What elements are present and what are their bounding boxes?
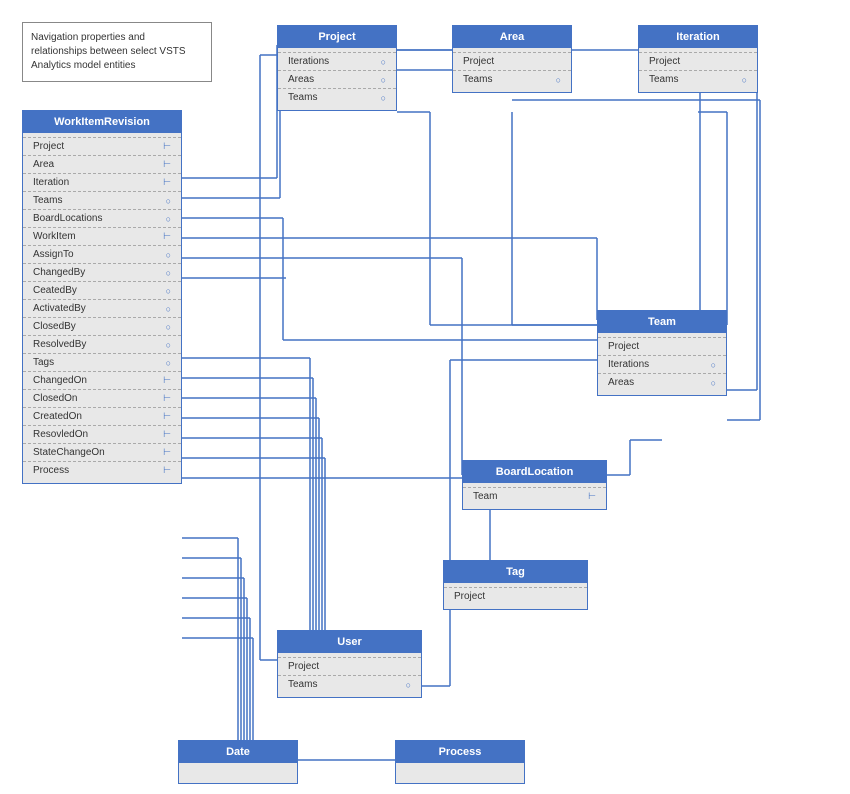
field-proj-iterations: Iterations○ [278, 52, 396, 70]
field-wir-ceatedby: CeatedBy○ [23, 281, 181, 299]
entity-iteration-header: Iteration [639, 26, 757, 48]
entity-process: Process [395, 740, 525, 784]
field-wir-closedby: ClosedBy○ [23, 317, 181, 335]
field-wir-assignto: AssignTo○ [23, 245, 181, 263]
field-area-teams: Teams○ [453, 70, 571, 88]
field-team-iterations: Iterations○ [598, 355, 726, 373]
field-iter-project: Project [639, 52, 757, 70]
entity-process-body [396, 763, 524, 783]
entity-user: User Project Teams○ [277, 630, 422, 698]
field-wir-teams: Teams○ [23, 191, 181, 209]
entity-project: Project Iterations○ Areas○ Teams○ [277, 25, 397, 111]
entity-team: Team Project Iterations○ Areas○ [597, 310, 727, 396]
entity-workitemrevision-header: WorkItemRevision [23, 111, 181, 133]
field-wir-boardlocations: BoardLocations○ [23, 209, 181, 227]
field-wir-resovledon: ResovledOn⊢ [23, 425, 181, 443]
field-wir-tags: Tags○ [23, 353, 181, 371]
field-wir-changedby: ChangedBy○ [23, 263, 181, 281]
entity-process-header: Process [396, 741, 524, 763]
field-team-project: Project [598, 337, 726, 355]
entity-date-body [179, 763, 297, 783]
entity-team-body: Project Iterations○ Areas○ [598, 333, 726, 395]
entity-project-body: Iterations○ Areas○ Teams○ [278, 48, 396, 110]
field-wir-area: Area⊢ [23, 155, 181, 173]
entity-project-header: Project [278, 26, 396, 48]
field-wir-iteration: Iteration⊢ [23, 173, 181, 191]
note-box: Navigation properties and relationships … [22, 22, 212, 82]
entity-area-header: Area [453, 26, 571, 48]
field-bl-team: Team⊢ [463, 487, 606, 505]
entity-iteration-body: Project Teams○ [639, 48, 757, 92]
field-wir-activatedby: ActivatedBy○ [23, 299, 181, 317]
entity-workitemrevision-body: Project⊢ Area⊢ Iteration⊢ Teams○ BoardLo… [23, 133, 181, 483]
entity-user-body: Project Teams○ [278, 653, 421, 697]
field-wir-workitem: WorkItem⊢ [23, 227, 181, 245]
field-wir-changedon: ChangedOn⊢ [23, 371, 181, 389]
entity-boardlocation-body: Team⊢ [463, 483, 606, 509]
field-proj-areas: Areas○ [278, 70, 396, 88]
field-user-teams: Teams○ [278, 675, 421, 693]
field-wir-createdon: CreatedOn⊢ [23, 407, 181, 425]
field-proj-teams: Teams○ [278, 88, 396, 106]
note-text: Navigation properties and relationships … [31, 32, 186, 71]
field-wir-statechangeon: StateChangeOn⊢ [23, 443, 181, 461]
field-iter-teams: Teams○ [639, 70, 757, 88]
field-area-project: Project [453, 52, 571, 70]
entity-workitemrevision: WorkItemRevision Project⊢ Area⊢ Iteratio… [22, 110, 182, 484]
entity-boardlocation: BoardLocation Team⊢ [462, 460, 607, 510]
entity-area-body: Project Teams○ [453, 48, 571, 92]
entity-tag: Tag Project [443, 560, 588, 610]
entity-date-header: Date [179, 741, 297, 763]
field-wir-closedon: ClosedOn⊢ [23, 389, 181, 407]
diagram-container: Navigation properties and relationships … [0, 0, 850, 794]
entity-area: Area Project Teams○ [452, 25, 572, 93]
field-tag-project: Project [444, 587, 587, 605]
field-user-project: Project [278, 657, 421, 675]
entity-user-header: User [278, 631, 421, 653]
field-team-areas: Areas○ [598, 373, 726, 391]
entity-tag-header: Tag [444, 561, 587, 583]
entity-team-header: Team [598, 311, 726, 333]
entity-date: Date [178, 740, 298, 784]
entity-iteration: Iteration Project Teams○ [638, 25, 758, 93]
field-wir-project: Project⊢ [23, 137, 181, 155]
field-wir-process: Process⊢ [23, 461, 181, 479]
entity-boardlocation-header: BoardLocation [463, 461, 606, 483]
entity-tag-body: Project [444, 583, 587, 609]
field-wir-resolvedby: ResolvedBy○ [23, 335, 181, 353]
